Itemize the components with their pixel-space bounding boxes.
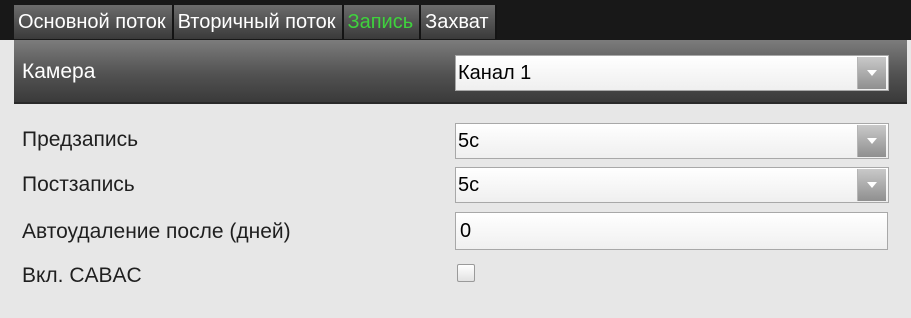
tab-record[interactable]: Запись: [343, 5, 422, 39]
tab-sub-stream[interactable]: Вторичный поток: [173, 5, 344, 39]
auto-delete-days-input[interactable]: 0: [455, 212, 888, 250]
chevron-down-icon[interactable]: [857, 169, 886, 201]
record-settings-panel: Основной поток Вторичный поток Запись За…: [0, 0, 911, 318]
prerecord-label: Предзапись: [22, 128, 139, 151]
auto-delete-label: Автоудаление после (дней): [22, 220, 291, 243]
cabac-checkbox[interactable]: [457, 264, 475, 282]
camera-row: Камера Канал 1: [14, 40, 907, 104]
postrecord-select[interactable]: 5с: [455, 167, 889, 203]
tab-capture[interactable]: Захват: [421, 5, 497, 39]
prerecord-select[interactable]: 5с: [455, 123, 889, 159]
camera-select-value: Канал 1: [458, 61, 532, 84]
tab-bar: Основной поток Вторичный поток Запись За…: [0, 0, 911, 40]
postrecord-label: Постзапись: [22, 173, 135, 196]
cabac-label: Вкл. CABAC: [22, 264, 142, 287]
prerecord-select-value: 5с: [458, 129, 480, 152]
chevron-down-icon[interactable]: [857, 125, 886, 157]
chevron-down-icon[interactable]: [857, 57, 886, 89]
camera-select[interactable]: Канал 1: [455, 55, 889, 91]
postrecord-select-value: 5с: [458, 173, 480, 196]
camera-label: Камера: [22, 60, 96, 83]
tab-main-stream[interactable]: Основной поток: [14, 5, 174, 39]
